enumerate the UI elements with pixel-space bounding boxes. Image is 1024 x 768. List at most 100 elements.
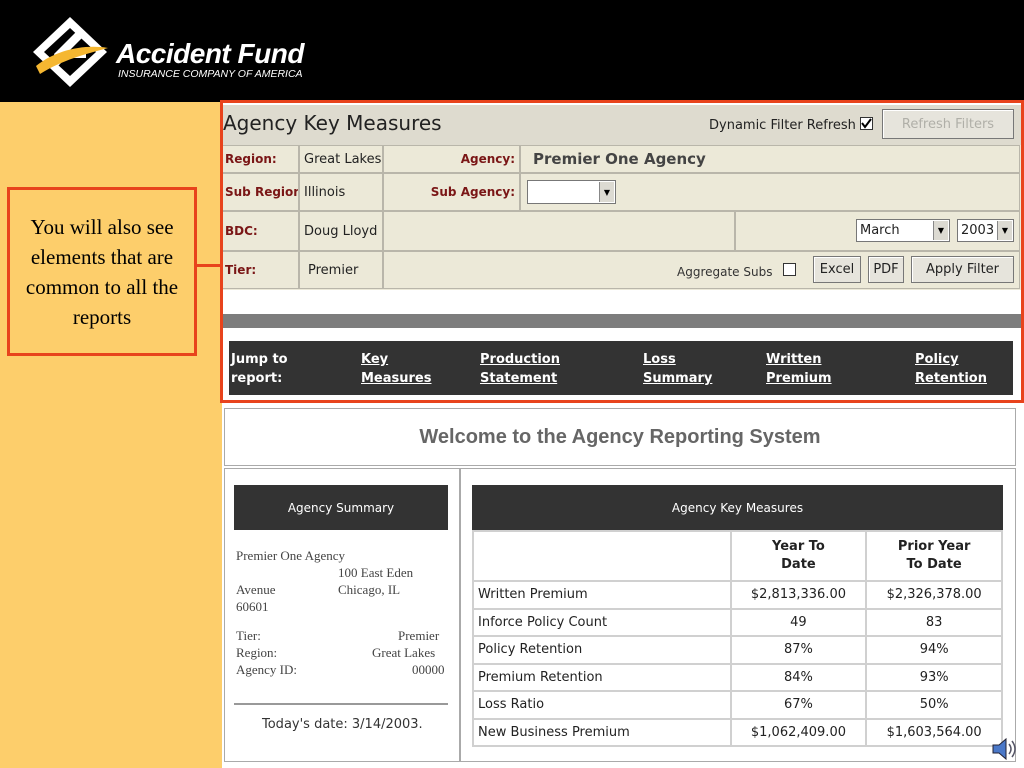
- jump-link-loss-summary[interactable]: Loss Summary: [643, 350, 712, 388]
- dropdown-arrow-icon: ▼: [933, 221, 948, 240]
- jump-link-line: Key: [361, 352, 389, 367]
- pdf-button[interactable]: PDF: [868, 256, 904, 283]
- tier-value: Premier: [299, 251, 383, 289]
- measure-name: Loss Ratio: [472, 690, 732, 720]
- table-row: Loss Ratio 67% 50%: [472, 690, 1003, 720]
- ytd-value: $1,062,409.00: [729, 717, 868, 747]
- separator-band: [222, 314, 1021, 328]
- month-select[interactable]: March ▼: [856, 219, 950, 242]
- dropdown-arrow-icon: ▼: [997, 221, 1012, 240]
- page-title: Agency Key Measures: [223, 111, 442, 135]
- summary-divider: [234, 703, 448, 705]
- bdc-label: BDC:: [222, 211, 299, 251]
- summary-address-line3: 60601: [236, 599, 269, 614]
- summary-region-value: Great Lakes: [372, 645, 436, 660]
- sub-agency-label: Sub Agency:: [383, 173, 520, 211]
- measure-name: Written Premium: [472, 580, 732, 610]
- agency-summary-title: Agency Summary: [234, 485, 448, 530]
- prior-value: 93%: [865, 662, 1003, 692]
- tier-label: Tier:: [222, 251, 299, 289]
- prior-value: 50%: [865, 690, 1003, 720]
- ytd-value: 87%: [729, 635, 868, 665]
- summary-address-line2b: Chicago, IL: [338, 582, 401, 597]
- callout-box: You will also see elements that are comm…: [7, 187, 197, 356]
- sub-region-label: Sub Region:: [222, 173, 299, 211]
- ytd-header-line1: Year To: [772, 539, 825, 554]
- table-row: Policy Retention 87% 94%: [472, 635, 1003, 665]
- measure-name: Policy Retention: [472, 635, 732, 665]
- summary-agency-id-label: Agency ID:: [236, 662, 298, 677]
- bdc-value: Doug Lloyd: [299, 211, 383, 251]
- table-row: New Business Premium $1,062,409.00 $1,60…: [472, 717, 1003, 747]
- summary-region-label: Region:: [236, 645, 278, 660]
- jump-link-line: Retention: [915, 371, 987, 386]
- table-header-row: Year To Date Prior Year To Date: [472, 530, 1003, 582]
- prior-value: $1,603,564.00: [865, 717, 1003, 747]
- jump-link-written-premium[interactable]: Written Premium: [766, 350, 832, 388]
- bdc-spacer: [383, 211, 735, 251]
- region-label: Region:: [222, 145, 299, 173]
- jump-label-line2: report:: [231, 371, 283, 386]
- excel-button[interactable]: Excel: [813, 256, 861, 283]
- year-selected: 2003: [961, 223, 995, 238]
- jump-link-line: Statement: [480, 371, 558, 386]
- speaker-icon[interactable]: [990, 735, 1018, 763]
- ytd-value: 84%: [729, 662, 868, 692]
- accident-fund-logo-icon: [33, 17, 108, 87]
- prior-header-line2: To Date: [906, 557, 962, 572]
- jump-to-label: Jump to report:: [231, 350, 288, 388]
- dynamic-filter-checkbox[interactable]: [860, 117, 873, 130]
- jump-link-line: Premium: [766, 371, 832, 386]
- table-row: Inforce Policy Count 49 83: [472, 607, 1003, 637]
- table-row: Premium Retention 84% 93%: [472, 662, 1003, 692]
- measure-name: Premium Retention: [472, 662, 732, 692]
- ytd-header-line2: Date: [781, 557, 816, 572]
- brand-name: Accident Fund: [116, 38, 304, 69]
- month-selected: March: [860, 223, 900, 238]
- prior-value: 83: [865, 607, 1003, 637]
- prior-column-header: Prior Year To Date: [865, 530, 1003, 582]
- measure-name: New Business Premium: [472, 717, 732, 747]
- dynamic-filter-label: Dynamic Filter Refresh: [709, 118, 856, 133]
- jump-link-line: Loss: [643, 352, 676, 367]
- jump-link-production-statement[interactable]: Production Statement: [480, 350, 560, 388]
- prior-value: 94%: [865, 635, 1003, 665]
- jump-label-line1: Jump to: [231, 352, 288, 367]
- summary-agency-id-value: 00000: [412, 662, 445, 677]
- ytd-column-header: Year To Date: [729, 530, 868, 582]
- callout-text: You will also see elements that are comm…: [25, 214, 179, 329]
- summary-tier-value: Premier: [398, 628, 440, 643]
- sub-agency-select[interactable]: ▼: [527, 180, 616, 204]
- jump-link-key-measures[interactable]: Key Measures: [361, 350, 431, 388]
- jump-link-policy-retention[interactable]: Policy Retention: [915, 350, 987, 388]
- table-row: Written Premium $2,813,336.00 $2,326,378…: [472, 580, 1003, 610]
- aggregate-subs-checkbox[interactable]: [783, 263, 796, 276]
- checkbox-icon: [861, 118, 872, 129]
- prior-header-line1: Prior Year: [897, 539, 971, 554]
- refresh-filters-button[interactable]: Refresh Filters: [882, 109, 1014, 139]
- agency-label: Agency:: [383, 145, 520, 173]
- summary-tier-label: Tier:: [236, 628, 261, 643]
- summary-address-line2a: Avenue: [236, 582, 276, 597]
- summary-agency-name: Premier One Agency: [236, 548, 346, 563]
- summary-address-line1: 100 East Eden: [338, 565, 414, 580]
- jump-link-line: Production: [480, 352, 560, 367]
- dropdown-arrow-icon: ▼: [599, 182, 614, 202]
- aggregate-subs-label: Aggregate Subs: [677, 265, 773, 279]
- todays-date: Today's date: 3/14/2003.: [262, 717, 423, 732]
- jump-link-line: Summary: [643, 371, 713, 386]
- brand-subtitle: INSURANCE COMPANY OF AMERICA: [118, 68, 303, 80]
- ytd-value: 49: [729, 607, 868, 637]
- apply-filter-button[interactable]: Apply Filter: [911, 256, 1014, 283]
- measure-name: Inforce Policy Count: [472, 607, 732, 637]
- year-select[interactable]: 2003 ▼: [957, 219, 1014, 242]
- welcome-heading: Welcome to the Agency Reporting System: [419, 426, 821, 448]
- ytd-value: 67%: [729, 690, 868, 720]
- key-measures-title: Agency Key Measures: [472, 485, 1003, 530]
- agency-value[interactable]: Premier One Agency: [520, 145, 1020, 173]
- jump-to-report-bar: [229, 341, 1013, 395]
- region-value: Great Lakes: [299, 145, 383, 173]
- ytd-value: $2,813,336.00: [729, 580, 868, 610]
- brand-logo: Accident Fund INSURANCE COMPANY OF AMERI…: [30, 14, 330, 89]
- sub-region-value: Illinois: [299, 173, 383, 211]
